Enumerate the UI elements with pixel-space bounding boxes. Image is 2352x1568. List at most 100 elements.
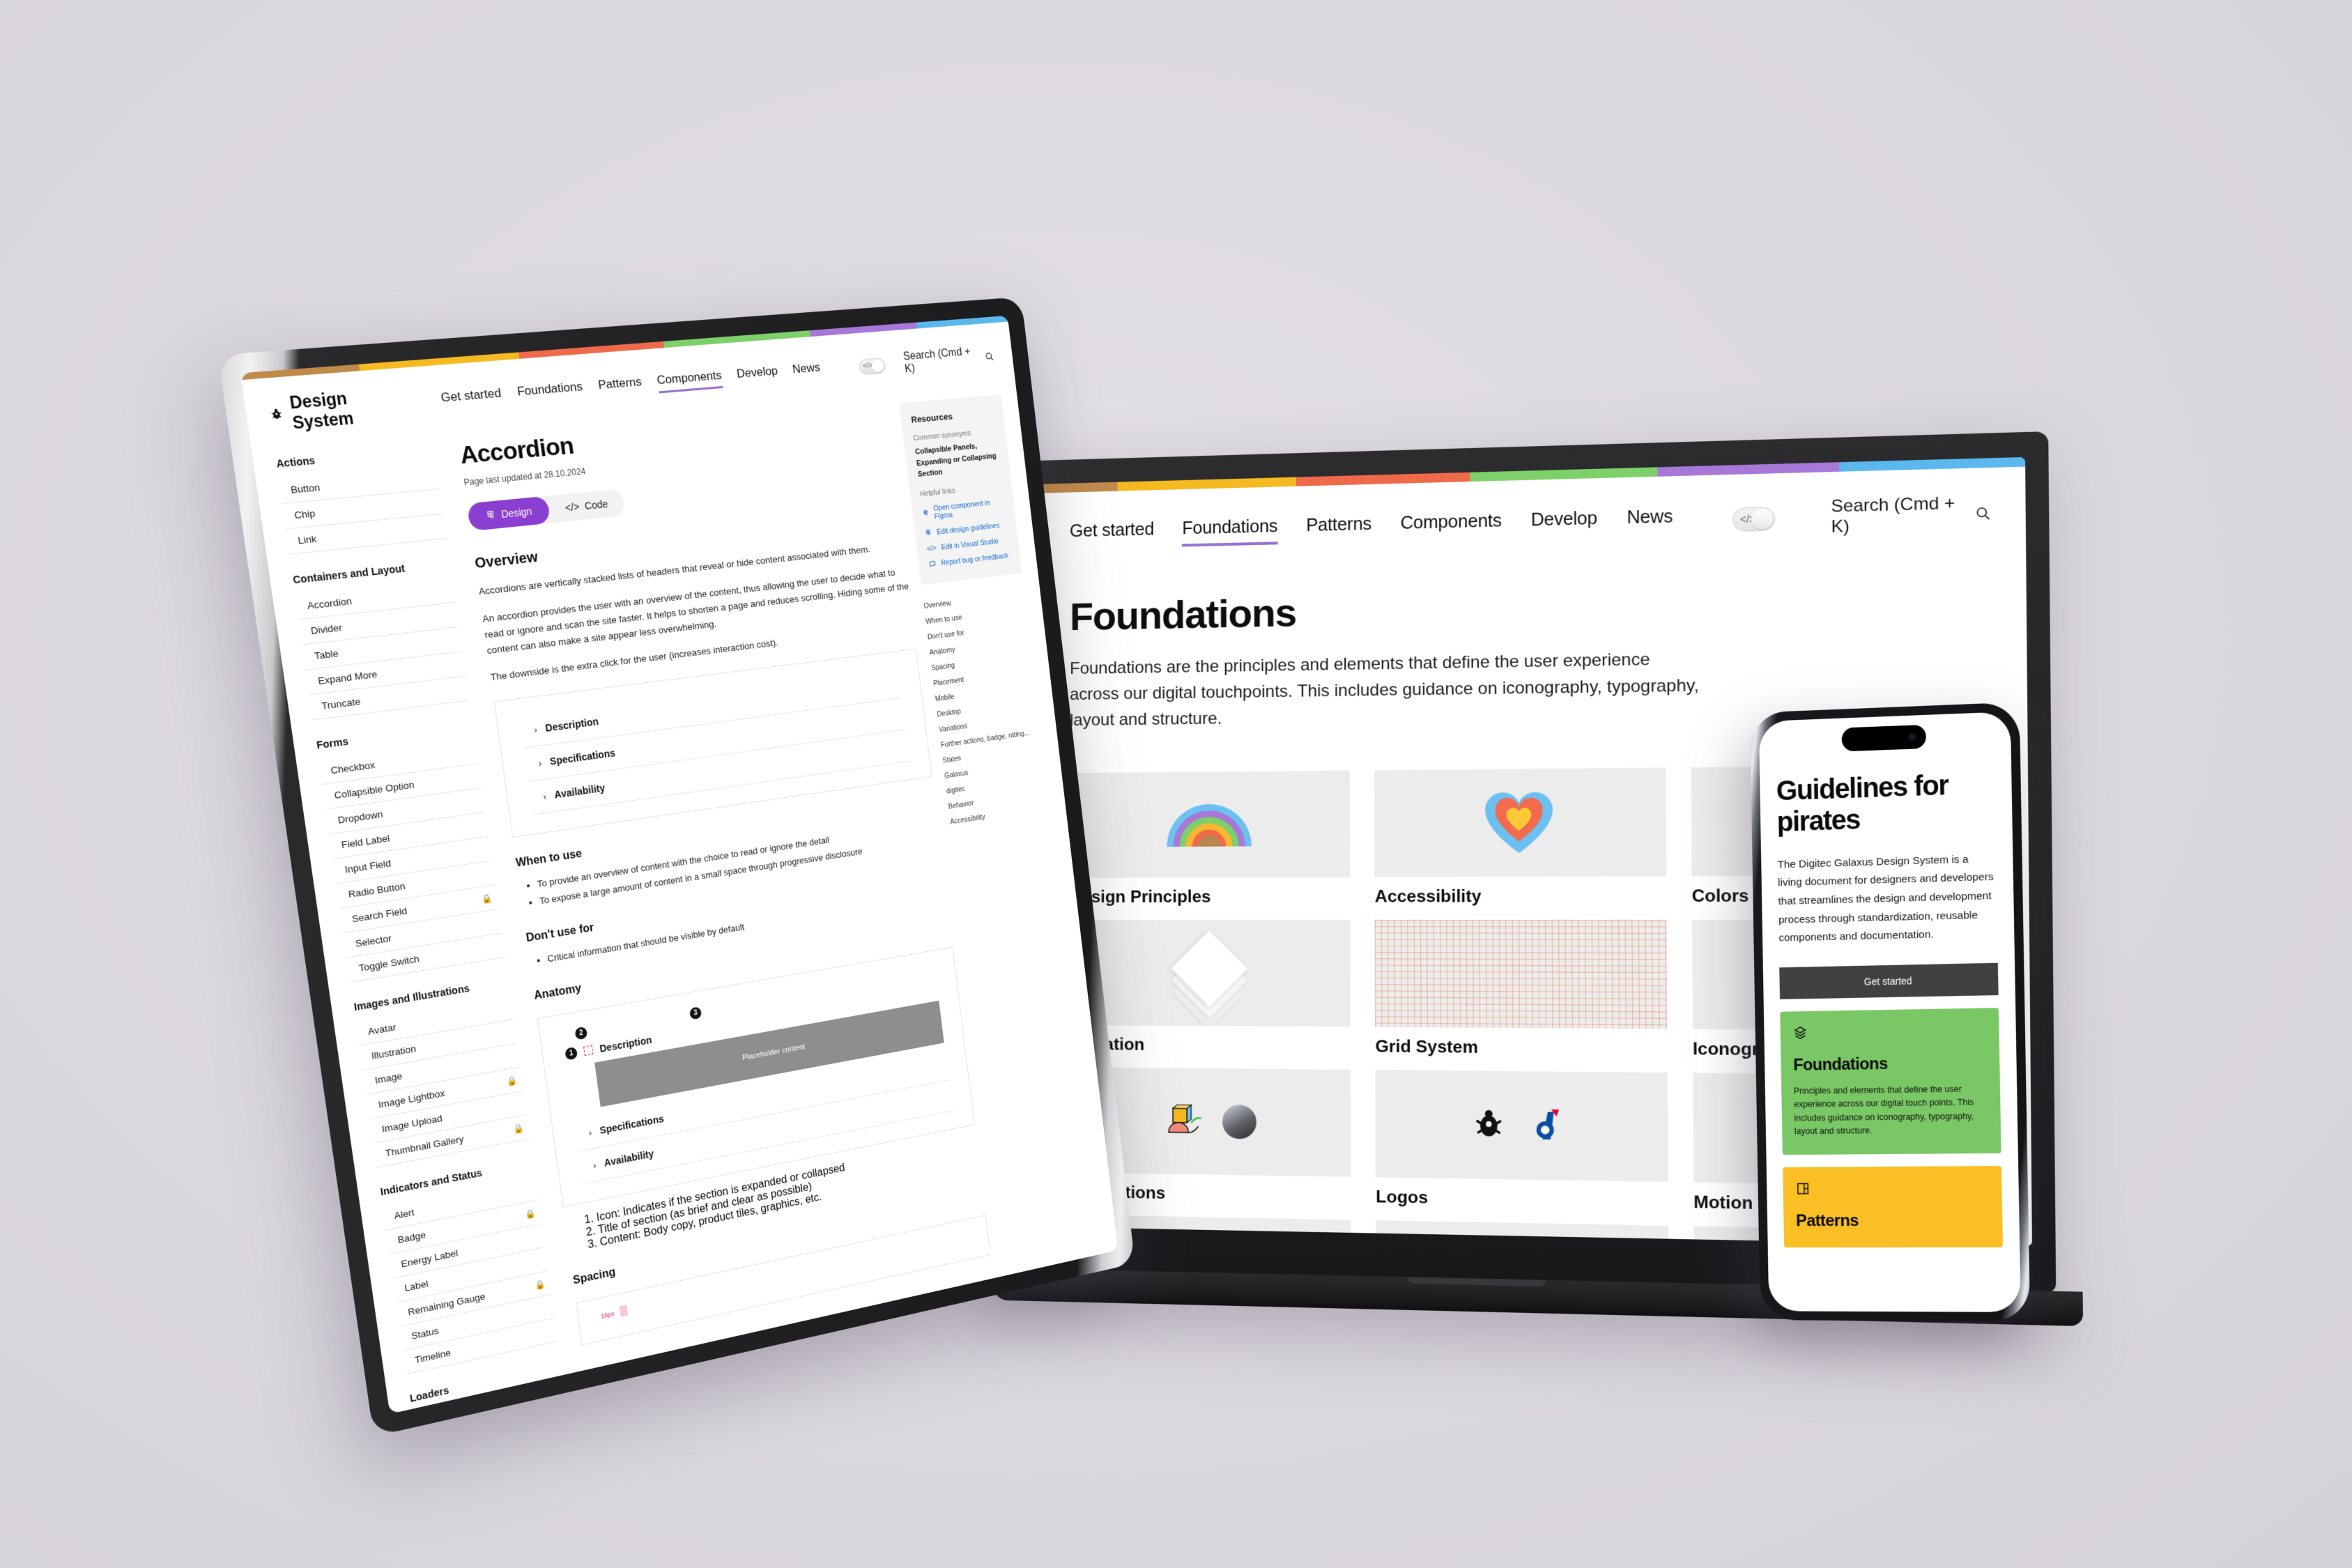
galaxus-turtle-logo-icon bbox=[1470, 1109, 1508, 1144]
page-intro: Foundations are the principles and eleme… bbox=[1070, 650, 1699, 730]
anatomy-marker-1: 1 bbox=[564, 1047, 578, 1061]
elevation-layers-icon bbox=[1170, 930, 1248, 1027]
card-accessibility[interactable]: Accessibility bbox=[1374, 767, 1666, 907]
lock-icon: 🔒 bbox=[506, 1075, 518, 1087]
snail-illustration-icon bbox=[1163, 1102, 1207, 1140]
code-icon: </> bbox=[564, 500, 581, 514]
link-report-bug[interactable]: Report bug or feedback bbox=[928, 551, 1010, 569]
chevron-icon-highlight bbox=[583, 1045, 594, 1056]
code-mode-toggle[interactable]: </> bbox=[1732, 506, 1776, 532]
card-thumbnail bbox=[1070, 770, 1351, 878]
accordion-row-label: Availability bbox=[603, 1148, 655, 1169]
lock-icon: 🔒 bbox=[524, 1207, 537, 1220]
nav-patterns[interactable]: Patterns bbox=[1306, 514, 1371, 544]
nav-components[interactable]: Components bbox=[1400, 511, 1502, 541]
card-design-principles[interactable]: Design Principles bbox=[1070, 770, 1351, 907]
toggle-knob bbox=[870, 359, 884, 372]
helpful-links-label: Helpful links bbox=[919, 486, 956, 498]
link-open-in-figma[interactable]: Open component in Figma bbox=[921, 497, 1005, 521]
link-edit-in-visual-studio[interactable]: </> Edit in Visual Studio bbox=[926, 536, 1008, 553]
search-entry[interactable]: Search (Cmd + K) bbox=[902, 344, 995, 376]
card-grid-system[interactable]: Grid System bbox=[1374, 919, 1668, 1059]
card-thumbnail bbox=[1375, 1069, 1668, 1182]
tablet-device: Design System Get started Foundations Pa… bbox=[217, 296, 1135, 1437]
lock-icon: 🔒 bbox=[512, 1122, 525, 1135]
figma-icon bbox=[922, 509, 929, 518]
card-label: Logos bbox=[1376, 1187, 1429, 1208]
card-body: Principles and elements that define the … bbox=[1793, 1084, 1974, 1137]
nav-develop[interactable]: Develop bbox=[1531, 508, 1597, 538]
anatomy-row-label: Description bbox=[599, 1033, 653, 1054]
toggle-knob bbox=[1751, 508, 1773, 529]
code-mode-toggle[interactable]: </> bbox=[857, 357, 886, 376]
phone-page-title: Guidelines for pirates bbox=[1776, 769, 1949, 838]
link-edit-design-guidelines[interactable]: Edit design guidelines bbox=[925, 521, 1007, 537]
figma-icon bbox=[925, 529, 932, 537]
resources-title: Resources bbox=[910, 410, 953, 425]
figma-icon bbox=[485, 509, 496, 521]
card-label: Elevation bbox=[1070, 1034, 1351, 1056]
dynamic-island bbox=[1841, 724, 1927, 752]
nav-news[interactable]: News bbox=[792, 360, 822, 382]
tablet-screen: Design System Get started Foundations Pa… bbox=[240, 315, 1119, 1414]
card-label: Design Principles bbox=[1070, 886, 1211, 907]
lock-icon: 🔒 bbox=[534, 1278, 546, 1291]
card-spacing[interactable]: 16px 16px Spacing bbox=[1376, 1220, 1669, 1246]
lock-icon: 🔒 bbox=[480, 892, 493, 905]
nav-components[interactable]: Components bbox=[656, 368, 723, 394]
accordion-row-label: Specifications bbox=[549, 747, 616, 768]
card-elevation[interactable]: Elevation bbox=[1070, 919, 1351, 1056]
phone-device: Guidelines for pirates The Digitec Galax… bbox=[1749, 702, 2031, 1322]
synonyms-value: Collapsible Panels, Expanding or Collaps… bbox=[914, 442, 997, 479]
resources-panel: Resources Common synonyms Collapsible Pa… bbox=[899, 394, 1022, 585]
tab-design[interactable]: Design bbox=[466, 495, 551, 532]
phone-frame: Guidelines for pirates The Digitec Galax… bbox=[1749, 702, 2031, 1322]
code-icon: </> bbox=[926, 544, 937, 553]
spacing-swatch bbox=[619, 1305, 629, 1318]
layers-icon bbox=[1792, 1025, 1808, 1040]
chevron-right-icon: › bbox=[592, 1160, 597, 1171]
phone-screen: Guidelines for pirates The Digitec Galax… bbox=[1758, 712, 2021, 1312]
search-label: Search (Cmd + K) bbox=[1831, 493, 1955, 537]
chevron-right-icon: › bbox=[542, 790, 547, 802]
tab-code[interactable]: </> Code bbox=[547, 489, 627, 523]
card-thumbnail bbox=[1070, 919, 1351, 1027]
chevron-right-icon: › bbox=[533, 724, 538, 735]
spacing-value: 16px bbox=[600, 1310, 615, 1321]
digitec-d-logo-icon bbox=[1536, 1109, 1560, 1139]
spacing-measure-icon: 16px 16px bbox=[1486, 1243, 1557, 1246]
card-thumbnail: 16px 16px bbox=[1376, 1220, 1669, 1246]
nav-develop[interactable]: Develop bbox=[736, 364, 779, 387]
get-started-button[interactable]: Get started bbox=[1779, 962, 1999, 999]
search-entry[interactable]: Search (Cmd + K) bbox=[1831, 493, 1992, 537]
nav-get-started[interactable]: Get started bbox=[440, 386, 503, 411]
phone-intro: The Digitec Galaxus Design System is a l… bbox=[1777, 853, 1994, 944]
card-label: Grid System bbox=[1375, 1036, 1478, 1057]
nav-foundations[interactable]: Foundations bbox=[1182, 516, 1278, 547]
nav-patterns[interactable]: Patterns bbox=[597, 375, 643, 399]
layout-icon bbox=[1795, 1181, 1811, 1197]
search-icon bbox=[984, 351, 994, 362]
tablet-main: Actions Button Chip Link Containers and … bbox=[249, 373, 1118, 1414]
accordion-row-label: Description bbox=[544, 716, 599, 735]
nav-get-started[interactable]: Get started bbox=[1070, 519, 1154, 549]
chat-icon bbox=[928, 560, 937, 569]
sidebar-item-spinner[interactable]: Spinner bbox=[415, 1401, 569, 1414]
rainbow-illustration-icon bbox=[1166, 802, 1252, 847]
card-label: Accessibility bbox=[1374, 886, 1482, 907]
anatomy-marker-3: 3 bbox=[689, 1006, 702, 1021]
card-logos[interactable]: Logos bbox=[1375, 1069, 1668, 1213]
nav-foundations[interactable]: Foundations bbox=[516, 380, 584, 406]
nav-news[interactable]: News bbox=[1627, 507, 1673, 537]
card-thumbnail bbox=[1374, 919, 1668, 1029]
card-foundations[interactable]: Foundations Principles and elements that… bbox=[1780, 1008, 2001, 1155]
turtle-logo-icon bbox=[268, 408, 285, 422]
table-of-contents: Overview When to use Don't use for Anato… bbox=[923, 590, 1050, 826]
chevron-right-icon: › bbox=[587, 1127, 593, 1139]
design-code-tabs: Design </> Code bbox=[466, 489, 627, 532]
card-patterns[interactable]: Patterns bbox=[1783, 1166, 2003, 1248]
search-label: Search (Cmd + K) bbox=[902, 346, 971, 376]
chevron-right-icon: › bbox=[537, 757, 543, 769]
grid-lines-icon bbox=[1374, 919, 1668, 1029]
accordion-row-label: Availability bbox=[553, 782, 606, 801]
